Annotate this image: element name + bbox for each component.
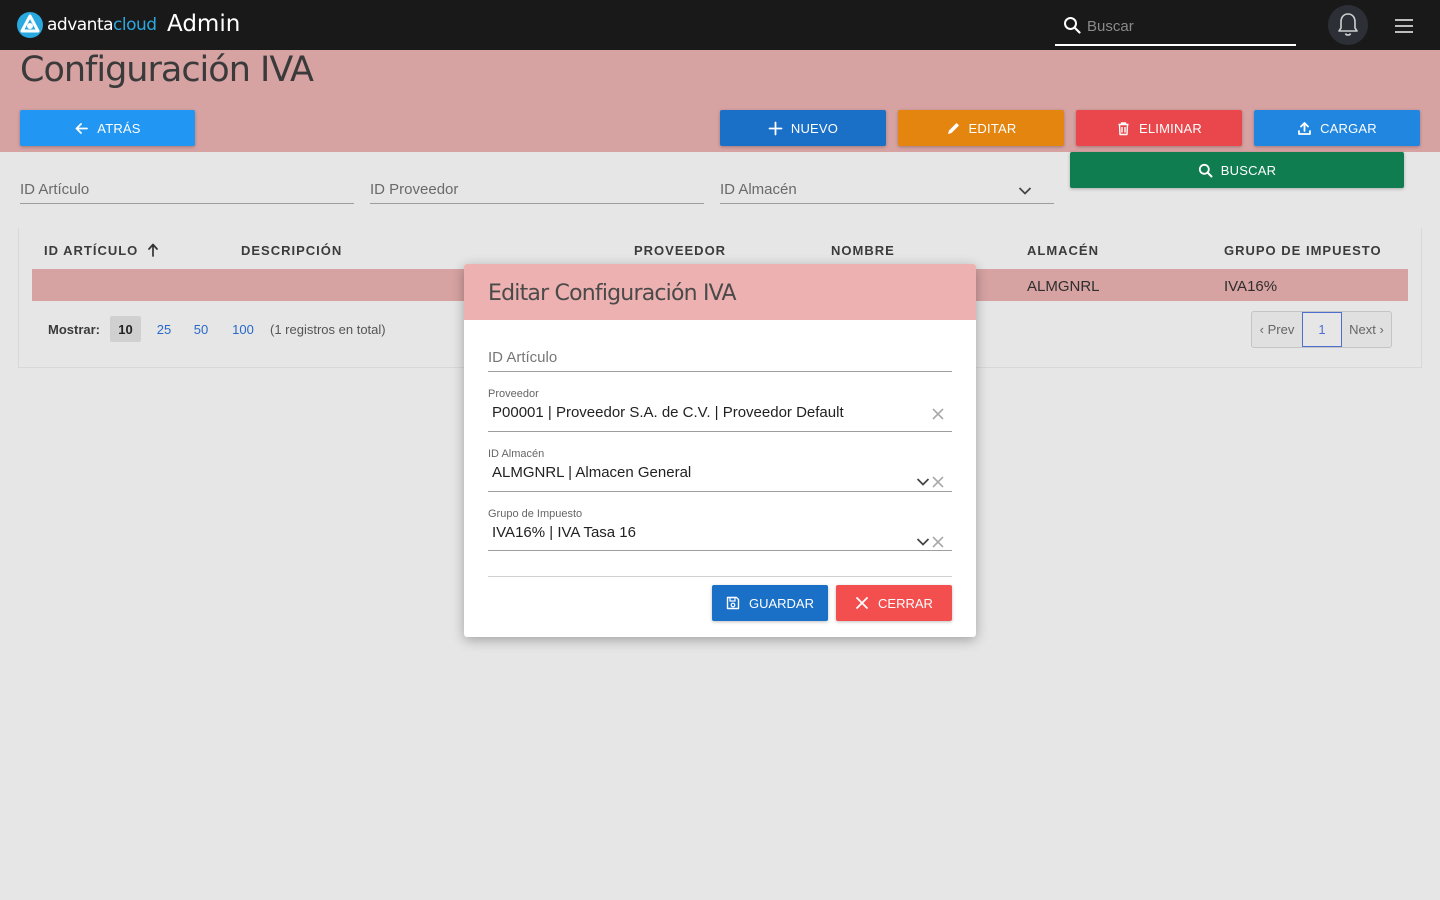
page-size-25[interactable]: 25 xyxy=(151,316,177,342)
proveedor-value: P00001 | Proveedor S.A. de C.V. | Provee… xyxy=(492,404,844,421)
articulo-placeholder: ID Artículo xyxy=(488,349,558,366)
search-box xyxy=(1055,8,1296,46)
clear-grupo-impuesto-icon[interactable] xyxy=(932,536,944,548)
dialog-divider xyxy=(488,576,952,577)
dialog-title: Editar Configuración IVA xyxy=(488,281,737,306)
filter-almacen-placeholder: ID Almacén xyxy=(720,181,797,198)
total-records-text: (1 registros en total) xyxy=(270,322,386,337)
page-size-50[interactable]: 50 xyxy=(188,316,214,342)
clear-almacen-icon[interactable] xyxy=(932,476,944,488)
filter-articulo-placeholder: ID Artículo xyxy=(20,181,90,198)
delete-button-label: ELIMINAR xyxy=(1138,120,1202,136)
close-button-label: CERRAR xyxy=(878,595,933,611)
notifications-button[interactable] xyxy=(1328,5,1368,45)
filter-articulo-input[interactable]: ID Artículo xyxy=(20,178,354,204)
search-icon xyxy=(1198,163,1213,177)
column-header-nombre[interactable]: NOMBRE xyxy=(831,243,895,258)
top-navbar: advantacloud Admin xyxy=(0,0,1440,50)
logo-icon xyxy=(17,12,43,38)
cell-almacen: ALMGNRL xyxy=(1027,278,1100,295)
column-header-grupo-impuesto[interactable]: GRUPO DE IMPUESTO xyxy=(1224,243,1382,258)
next-page-button[interactable]: Next › xyxy=(1342,312,1391,347)
save-button[interactable]: GUARDAR xyxy=(712,585,828,621)
clear-proveedor-icon[interactable] xyxy=(932,408,944,420)
pagination: ‹ Prev 1 Next › xyxy=(1251,311,1392,348)
grupo-impuesto-label: Grupo de Impuesto xyxy=(488,508,583,520)
filter-proveedor-placeholder: ID Proveedor xyxy=(370,181,459,198)
grupo-impuesto-select[interactable]: Grupo de Impuesto IVA16% | IVA Tasa 16 xyxy=(488,508,952,551)
logo-text: advantacloud xyxy=(47,15,157,35)
column-header-descripcion[interactable]: DESCRIPCIÓN xyxy=(241,243,342,258)
almacen-label: ID Almacén xyxy=(488,448,545,460)
dialog-header: Editar Configuración IVA xyxy=(464,264,976,320)
plus-icon xyxy=(768,121,783,135)
trash-icon xyxy=(1118,121,1129,135)
sort-up-arrow-icon xyxy=(148,243,158,257)
app-logo[interactable]: advantacloud xyxy=(16,11,157,39)
cell-grupo-impuesto: IVA16% xyxy=(1224,278,1278,295)
page-size-label: Mostrar: xyxy=(48,322,101,337)
page-size-10[interactable]: 10 xyxy=(110,316,141,342)
pencil-icon xyxy=(947,122,959,134)
save-button-label: GUARDAR xyxy=(748,595,814,611)
edit-button-label: EDITAR xyxy=(968,120,1017,136)
proveedor-label: Proveedor xyxy=(488,388,539,400)
current-page-button[interactable]: 1 xyxy=(1302,312,1342,347)
floppy-disk-icon xyxy=(726,596,740,610)
chevron-down-icon xyxy=(1018,187,1032,195)
page-size-100[interactable]: 100 xyxy=(226,316,260,342)
column-header-proveedor[interactable]: PROVEEDOR xyxy=(634,243,726,258)
bell-icon xyxy=(1338,13,1358,36)
edit-button[interactable]: EDITAR xyxy=(898,110,1064,146)
back-button[interactable]: ATRÁS xyxy=(20,110,195,146)
upload-button-label: CARGAR xyxy=(1320,120,1377,136)
almacen-value: ALMGNRL | Almacen General xyxy=(492,464,692,481)
search-button[interactable]: BUSCAR xyxy=(1070,152,1404,188)
upload-button[interactable]: CARGAR xyxy=(1254,110,1420,146)
search-icon xyxy=(1064,17,1081,34)
filter-almacen-select[interactable]: ID Almacén xyxy=(720,178,1054,204)
delete-button[interactable]: ELIMINAR xyxy=(1076,110,1242,146)
column-header-articulo[interactable]: ID ARTÍCULO xyxy=(44,243,159,258)
column-header-articulo-label: ID ARTÍCULO xyxy=(44,243,139,258)
filter-proveedor-input[interactable]: ID Proveedor xyxy=(370,178,704,204)
search-input[interactable] xyxy=(1087,14,1287,38)
back-button-label: ATRÁS xyxy=(97,120,141,136)
page-title: Configuración IVA xyxy=(20,50,314,90)
chevron-down-icon[interactable] xyxy=(916,537,930,547)
grupo-impuesto-value: IVA16% | IVA Tasa 16 xyxy=(492,524,636,541)
new-button-label: NUEVO xyxy=(790,120,839,136)
search-button-label: BUSCAR xyxy=(1220,162,1277,178)
close-button[interactable]: CERRAR xyxy=(836,585,952,621)
hamburger-menu-icon[interactable] xyxy=(1393,17,1415,35)
upload-icon xyxy=(1298,121,1311,135)
articulo-input[interactable]: ID Artículo xyxy=(488,348,952,372)
chevron-down-icon[interactable] xyxy=(916,477,930,487)
proveedor-select[interactable]: Proveedor P00001 | Proveedor S.A. de C.V… xyxy=(488,388,952,432)
edit-dialog: Editar Configuración IVA ID Artículo Pro… xyxy=(464,264,976,637)
arrow-left-icon xyxy=(75,122,89,134)
almacen-select[interactable]: ID Almacén ALMGNRL | Almacen General xyxy=(488,448,952,492)
prev-page-button[interactable]: ‹ Prev xyxy=(1252,312,1302,347)
close-icon xyxy=(856,597,868,609)
new-button[interactable]: NUEVO xyxy=(720,110,886,146)
app-title: Admin xyxy=(167,11,241,37)
column-header-almacen[interactable]: ALMACÉN xyxy=(1027,243,1099,258)
